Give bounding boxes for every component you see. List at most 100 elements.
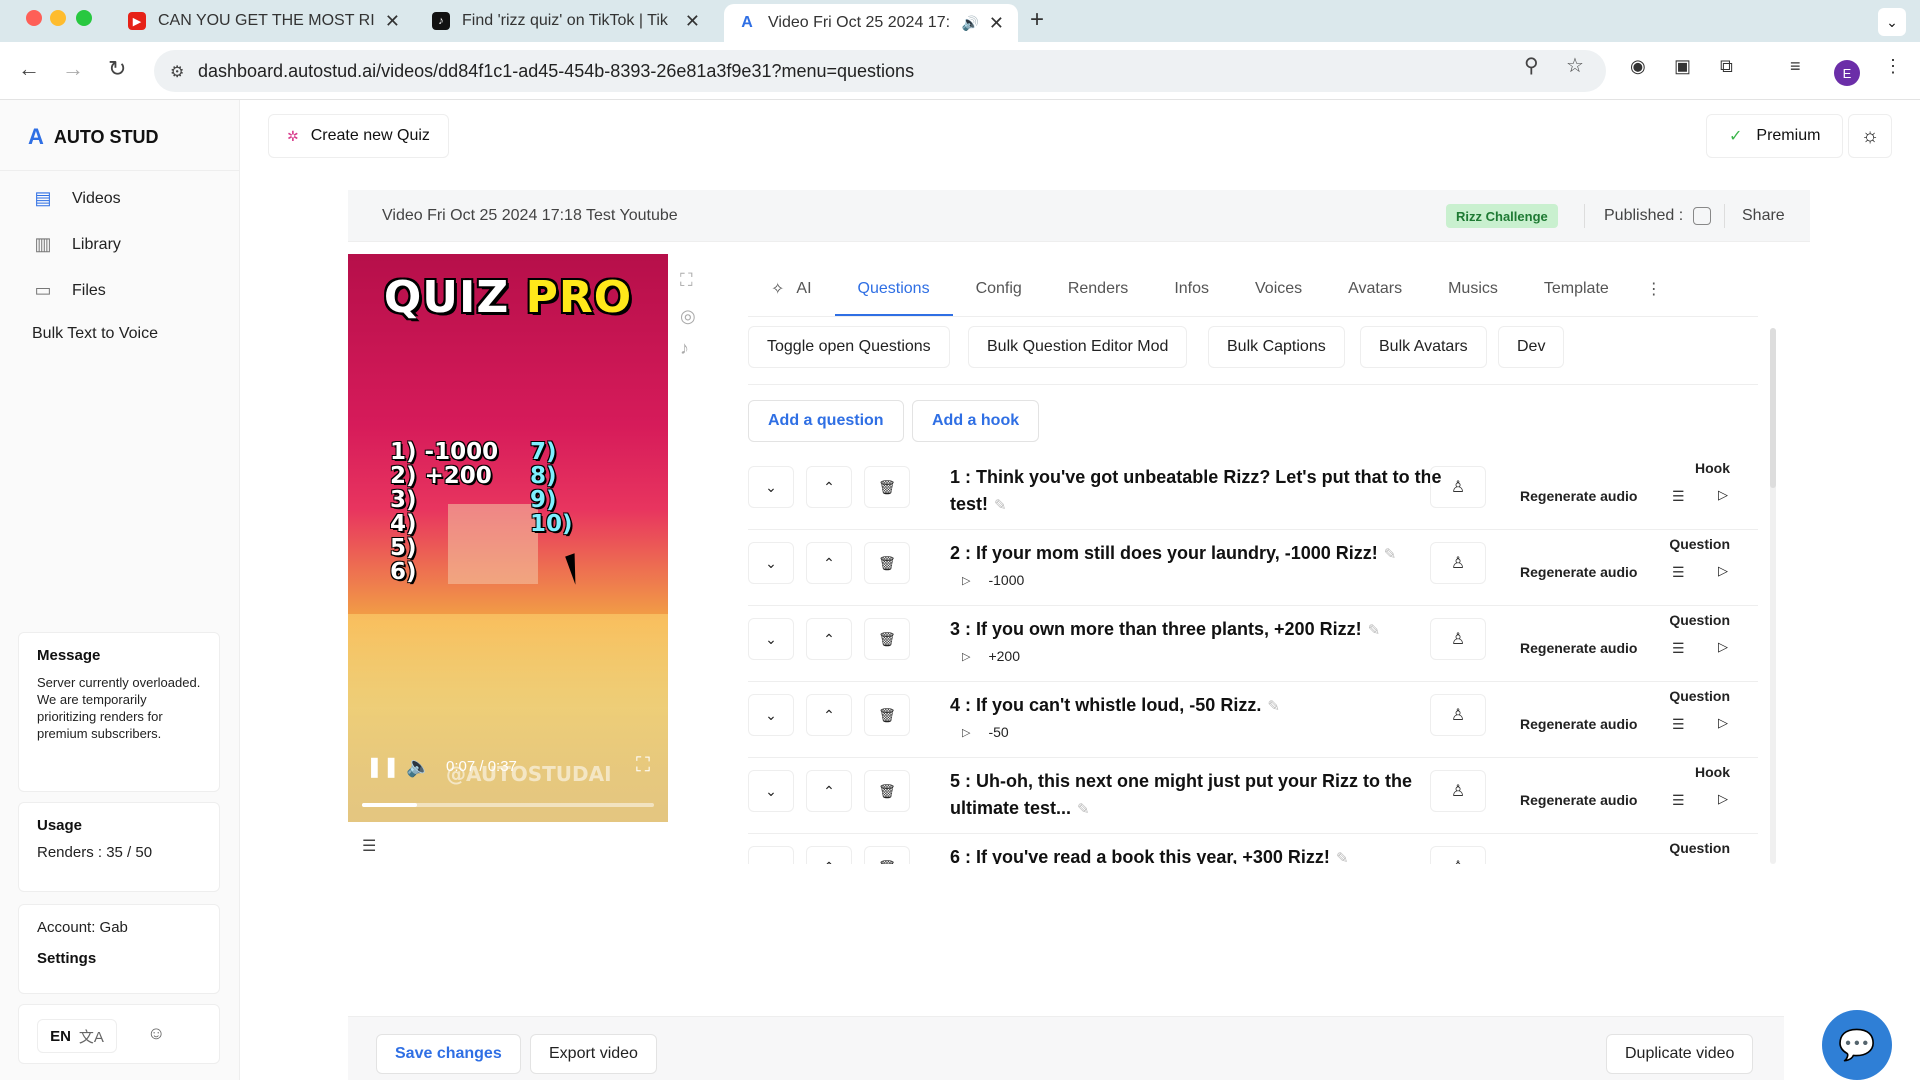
play-icon[interactable]: ▷ <box>1718 791 1728 807</box>
tab-renders[interactable]: Renders <box>1045 262 1151 316</box>
chat-support-icon[interactable]: 💬 <box>1822 1010 1892 1080</box>
trash-icon[interactable]: 🗑 <box>864 694 910 736</box>
tab-infos[interactable]: Infos <box>1151 262 1232 316</box>
zoom-icon[interactable]: ⚲ <box>1524 53 1539 78</box>
chevron-up-icon[interactable]: ⌃ <box>806 466 852 508</box>
question-text[interactable]: 3 : If you own more than three plants, +… <box>950 616 1450 644</box>
settings-link[interactable]: Settings <box>37 950 201 967</box>
regenerate-audio-button[interactable]: Regenerate audio <box>1520 488 1637 504</box>
extensions-puzzle-icon[interactable]: ⧉ <box>1720 56 1733 77</box>
avatar-person-icon[interactable]: ♙ <box>1430 694 1486 736</box>
question-text[interactable]: 5 : Uh-oh, this next one might just put … <box>950 768 1450 823</box>
tab-ai[interactable]: ✧ AI <box>748 262 835 316</box>
avatar-person-icon[interactable]: ♙ <box>1430 542 1486 584</box>
tab-avatars[interactable]: Avatars <box>1325 262 1425 316</box>
duplicate-video-button[interactable]: Duplicate video <box>1606 1034 1754 1074</box>
avatar-person-icon[interactable]: ♙ <box>1430 770 1486 812</box>
pause-icon[interactable]: ❚❚ <box>366 754 400 779</box>
edit-pencil-icon[interactable]: ✎ <box>1077 801 1090 818</box>
add-hook-button[interactable]: Add a hook <box>912 400 1040 442</box>
tab-musics[interactable]: Musics <box>1425 262 1521 316</box>
chevron-up-icon[interactable]: ⌃ <box>806 846 852 864</box>
play-icon[interactable]: ▷ <box>1718 563 1728 579</box>
trash-icon[interactable]: 🗑 <box>864 466 910 508</box>
chevron-up-icon[interactable]: ⌃ <box>806 770 852 812</box>
reload-icon[interactable]: ↻ <box>108 56 126 82</box>
video-progress-bar[interactable] <box>362 803 654 807</box>
edit-pencil-icon[interactable]: ✎ <box>1336 850 1349 864</box>
tab-config[interactable]: Config <box>953 262 1045 316</box>
subtitle-list-icon[interactable]: ☰ <box>1672 792 1685 809</box>
edit-pencil-icon[interactable]: ✎ <box>994 497 1007 514</box>
question-text[interactable]: 6 : If you've read a book this year, +30… <box>950 844 1450 864</box>
subtitle-list-icon[interactable]: ☰ <box>1672 564 1685 581</box>
trash-icon[interactable]: 🗑 <box>864 846 910 864</box>
sidebar-item-bulk-text-to-voice[interactable]: Bulk Text to Voice <box>32 325 158 343</box>
play-icon[interactable]: ▷ <box>1718 487 1728 503</box>
tab-template[interactable]: Template <box>1521 262 1632 316</box>
save-changes-button[interactable]: Save changes <box>376 1034 521 1074</box>
forward-arrow-icon[interactable]: → <box>62 56 84 82</box>
play-answer-icon[interactable]: ▷ <box>962 650 970 663</box>
dev-button[interactable]: Dev <box>1498 326 1565 368</box>
question-text[interactable]: 2 : If your mom still does your laundry,… <box>950 540 1450 568</box>
sidebar-item-files[interactable]: ▭ Files <box>32 280 105 301</box>
screenshot-icon[interactable]: ⛶ <box>680 270 693 291</box>
maximize-window-button[interactable] <box>76 10 92 26</box>
bookmark-star-icon[interactable]: ☆ <box>1566 53 1584 78</box>
regenerate-audio-button[interactable]: Regenerate audio <box>1520 716 1637 732</box>
create-new-quiz-button[interactable]: ✲ Create new Quiz <box>268 114 449 158</box>
chevron-down-icon[interactable]: ⌄ <box>748 618 794 660</box>
theme-toggle-sun-icon[interactable]: ☼ <box>1848 114 1892 158</box>
play-answer-icon[interactable]: ▷ <box>962 574 970 587</box>
minimize-window-button[interactable] <box>50 10 66 26</box>
play-answer-icon[interactable]: ▷ <box>962 726 970 739</box>
close-tab-icon[interactable]: ✕ <box>989 13 1004 34</box>
edit-pencil-icon[interactable]: ✎ <box>1267 698 1280 715</box>
extension-avatar-icon[interactable]: ◉ <box>1630 56 1646 77</box>
edit-pencil-icon[interactable]: ✎ <box>1384 546 1397 563</box>
chevron-down-icon[interactable]: ⌄ <box>748 542 794 584</box>
video-preview[interactable]: QUIZ PRO 1) -1000 2) +200 3) 4) 5) 6) 7)… <box>348 254 668 822</box>
tab-questions[interactable]: Questions <box>834 262 953 316</box>
trash-icon[interactable]: 🗑 <box>864 770 910 812</box>
regenerate-audio-button[interactable]: Regenerate audio <box>1520 564 1637 580</box>
published-toggle[interactable]: Published : <box>1604 207 1712 225</box>
media-controls-icon[interactable]: ≡ <box>1790 56 1801 77</box>
edit-pencil-icon[interactable]: ✎ <box>1368 622 1381 639</box>
avatar-person-icon[interactable]: ♙ <box>1430 846 1486 864</box>
close-window-button[interactable] <box>26 10 42 26</box>
play-icon[interactable]: ▷ <box>1718 715 1728 731</box>
tiktok-small-icon[interactable]: ♪ <box>680 338 689 359</box>
toggle-open-questions-button[interactable]: Toggle open Questions <box>748 326 950 368</box>
play-icon[interactable]: ▷ <box>1718 639 1728 655</box>
chevron-down-icon[interactable]: ⌄ <box>748 770 794 812</box>
fullscreen-icon[interactable]: ⛶ <box>636 754 650 777</box>
site-settings-icon[interactable]: ⚙ <box>170 62 184 82</box>
volume-icon[interactable]: 🔈 <box>406 754 431 779</box>
extension-m-icon[interactable]: ▣ <box>1674 56 1691 77</box>
chevron-up-icon[interactable]: ⌃ <box>806 694 852 736</box>
regenerate-audio-button[interactable]: Regenerate audio <box>1520 792 1637 808</box>
new-tab-button[interactable]: + <box>1030 6 1044 34</box>
more-tabs-icon[interactable]: ⋮ <box>1632 262 1676 316</box>
subtitle-list-icon[interactable]: ☰ <box>1672 488 1685 505</box>
avatar-person-icon[interactable]: ♙ <box>1430 618 1486 660</box>
regenerate-audio-button[interactable]: Regenerate audio <box>1520 640 1637 656</box>
premium-button[interactable]: ✓ Premium <box>1706 114 1844 158</box>
browser-tab-autostud[interactable]: A Video Fri Oct 25 2024 17: 🔊 ✕ <box>724 4 1018 42</box>
question-text[interactable]: 1 : Think you've got unbeatable Rizz? Le… <box>950 464 1450 519</box>
language-selector[interactable]: EN 文A <box>37 1019 117 1053</box>
chevron-up-icon[interactable]: ⌃ <box>806 542 852 584</box>
browser-tab-tiktok[interactable]: ♪ Find 'rizz quiz' on TikTok | Tik ✕ <box>418 4 714 38</box>
share-button[interactable]: Share <box>1742 207 1785 225</box>
close-tab-icon[interactable]: ✕ <box>385 11 400 32</box>
sidebar-item-library[interactable]: ▥ Library <box>32 234 120 255</box>
browser-tab-youtube[interactable]: ▶ CAN YOU GET THE MOST RIZ ✕ <box>114 4 414 38</box>
profile-avatar[interactable]: E <box>1834 60 1860 86</box>
bulk-avatars-button[interactable]: Bulk Avatars <box>1360 326 1487 368</box>
add-question-button[interactable]: Add a question <box>748 400 904 442</box>
url-bar[interactable]: ⚙ dashboard.autostud.ai/videos/dd84f1c1-… <box>154 50 1606 92</box>
subtitle-list-icon[interactable]: ☰ <box>1672 640 1685 657</box>
trash-icon[interactable]: 🗑 <box>864 542 910 584</box>
